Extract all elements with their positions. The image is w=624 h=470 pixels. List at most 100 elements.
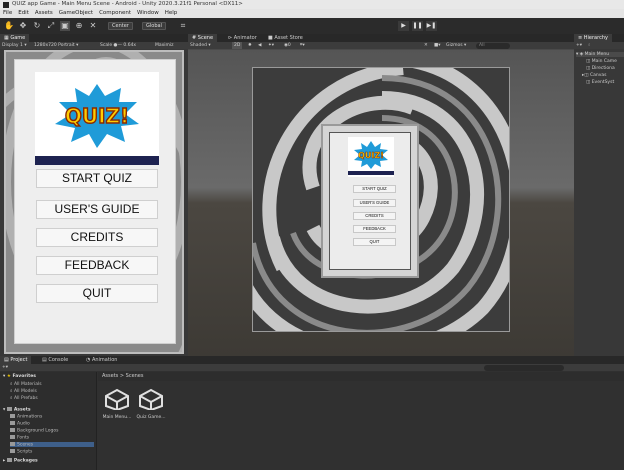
tab-animation[interactable]: ◔ Animation	[82, 356, 121, 364]
hidden-objects-icon[interactable]: ◉0	[284, 42, 291, 49]
tab-scene[interactable]: # Scene	[188, 34, 218, 42]
grid-toggle-icon[interactable]: ⌗▾	[300, 42, 305, 49]
window-title: QUIZ app Game - Main Menu Scene - Androi…	[12, 1, 243, 7]
hand-icon[interactable]: ✋	[4, 21, 14, 31]
folder-label: Scripts	[17, 449, 33, 455]
2d-toggle[interactable]: 2D	[232, 42, 243, 49]
resolution-label: 1280x720 Portrait	[34, 43, 75, 48]
hierarchy-item-main-camera[interactable]: ◫ Main Came	[586, 59, 617, 64]
gizmos-dropdown[interactable]: Gizmos ▾	[446, 42, 466, 49]
credits-button[interactable]: CREDITS	[36, 228, 158, 247]
folder-audio[interactable]: Audio	[10, 421, 30, 426]
breadcrumb-path[interactable]: Assets > Scenes	[102, 373, 144, 379]
scene-start-quiz-button[interactable]: START QUIZ	[353, 185, 396, 193]
pivot-toggle-label: Center	[112, 23, 129, 29]
hierarchy-item-canvas[interactable]: ▸◫ Canvas	[582, 73, 606, 78]
menu-help[interactable]: Help	[165, 9, 178, 18]
folder-label: Fonts	[17, 435, 30, 441]
folder-animations[interactable]: Animations	[10, 414, 42, 419]
menu-assets[interactable]: Assets	[35, 9, 53, 18]
users-guide-button[interactable]: USER'S GUIDE	[36, 200, 158, 219]
project-search-input[interactable]	[484, 364, 564, 371]
gizmos-label: Gizmos	[446, 43, 463, 48]
maximize-toggle[interactable]: Maximiz	[155, 42, 174, 49]
scene-credits-button[interactable]: CREDITS	[353, 212, 396, 220]
game-view[interactable]: QUIZ! START QUIZ USER'S GUIDE CREDITS FE…	[4, 50, 184, 354]
create-dropdown-icon[interactable]: +▾	[576, 42, 582, 49]
start-quiz-button[interactable]: START QUIZ	[36, 169, 158, 188]
scale-icon[interactable]: ⤢	[46, 21, 56, 31]
hierarchy-toolbar: +▾ ⌕	[574, 42, 624, 49]
tab-project[interactable]: ▤ Project	[0, 356, 32, 364]
folder-icon	[6, 458, 12, 462]
feedback-button[interactable]: FEEDBACK	[36, 256, 158, 275]
menu-file[interactable]: File	[3, 9, 12, 18]
favorite-label: All Models	[13, 389, 37, 394]
scene-view[interactable]: QUIZ! START QUIZ USER'S GUIDE CREDITS FE…	[188, 50, 574, 356]
folder-label: Audio	[17, 421, 30, 427]
packages-folder[interactable]: ▸ Packages	[3, 458, 38, 463]
scene-logo-text: QUIZ!	[358, 151, 384, 160]
breadcrumb: Assets > Scenes	[98, 372, 624, 381]
space-toggle[interactable]: Global	[142, 22, 166, 30]
hierarchy-search-icon[interactable]: ⌕	[588, 42, 591, 49]
tab-hierarchy[interactable]: ≡ Hierarchy	[574, 34, 612, 42]
tab-asset-store[interactable]: ■ Asset Store	[264, 34, 307, 42]
folder-fonts[interactable]: Fonts	[10, 435, 29, 440]
packages-label: Packages	[13, 458, 38, 464]
scene-asset-main-menu[interactable]: Main Menu...	[102, 388, 132, 422]
resolution-dropdown[interactable]: 1280x720 Portrait ▾	[34, 42, 78, 49]
menu-window[interactable]: Window	[137, 9, 159, 18]
transform-icon[interactable]: ⊕	[74, 21, 84, 31]
favorite-all-models[interactable]: ⌕ All Models	[10, 388, 37, 394]
rect-icon[interactable]: ▣	[60, 21, 70, 31]
folder-scenes[interactable]: Scenes	[10, 442, 94, 448]
hierarchy-tabstrip: ≡ Hierarchy	[574, 34, 624, 42]
scene-search-input[interactable]: All	[476, 42, 510, 49]
audio-toggle-icon[interactable]: ◀	[258, 42, 261, 49]
scene-asset-quiz-game[interactable]: Quiz Game...	[136, 388, 166, 422]
tools-icon[interactable]: ✕	[424, 42, 428, 49]
pause-icon[interactable]: ❚❚	[412, 21, 423, 31]
menu-component[interactable]: Component	[99, 9, 131, 18]
snap-icon[interactable]: ⌗	[178, 21, 188, 31]
folder-label: Scenes	[17, 442, 34, 448]
rotate-icon[interactable]: ↻	[32, 21, 42, 31]
hierarchy-item-eventsystem[interactable]: ◫ EventSyst	[586, 80, 614, 85]
custom-tool-icon[interactable]: ✕	[88, 21, 98, 31]
tab-console[interactable]: ▤ Console	[38, 356, 72, 364]
light-toggle-icon[interactable]: ✸	[248, 42, 252, 49]
menu-gameobject[interactable]: GameObject	[59, 9, 93, 18]
scene-feedback-button[interactable]: FEEDBACK	[353, 225, 396, 233]
project-sidebar: ▾ ★ Favorites ⌕ All Materials ⌕ All Mode…	[0, 372, 97, 470]
assets-folder[interactable]: ▾ Assets	[3, 407, 31, 412]
scene-users-guide-button[interactable]: USER'S GUIDE	[353, 199, 396, 207]
hierarchy-item-directional-light[interactable]: ◫ Directiona	[586, 66, 615, 71]
project-create-icon[interactable]: +▾	[2, 364, 8, 371]
tab-animator[interactable]: ⊳ Animator	[224, 34, 261, 42]
main-toolbar: ✋ ✥ ↻ ⤢ ▣ ⊕ ✕ Center Global ⌗ ▶ ❚❚ ▶❚	[0, 18, 624, 34]
shading-dropdown[interactable]: Shaded ▾	[190, 42, 211, 49]
move-icon[interactable]: ✥	[18, 21, 28, 31]
scene-quit-button[interactable]: QUIT	[353, 238, 396, 246]
pivot-toggle[interactable]: Center	[108, 22, 133, 30]
camera-icon[interactable]: ■▾	[434, 42, 441, 49]
scene-canvas[interactable]: QUIZ! START QUIZ USER'S GUIDE CREDITS FE…	[252, 67, 510, 332]
quit-button[interactable]: QUIT	[36, 284, 158, 303]
step-icon[interactable]: ▶❚	[426, 21, 437, 31]
favorite-all-materials[interactable]: ⌕ All Materials	[10, 381, 42, 387]
scale-label: Scale	[100, 43, 113, 48]
scale-slider[interactable]: Scale ●— 0.64x	[100, 42, 136, 49]
hierarchy-scene-row[interactable]: ▾ ◈ Main Menu	[576, 52, 624, 57]
menu-edit[interactable]: Edit	[18, 9, 29, 18]
tab-game[interactable]: ▦ Game	[0, 34, 30, 42]
favorites-header[interactable]: ▾ ★ Favorites	[3, 374, 36, 379]
favorite-all-prefabs[interactable]: ⌕ All Prefabs	[10, 395, 38, 401]
play-icon[interactable]: ▶	[398, 21, 409, 31]
display-dropdown[interactable]: Display 1 ▾	[2, 42, 27, 49]
main-menu-card: QUIZ! START QUIZ USER'S GUIDE CREDITS FE…	[14, 59, 176, 344]
folder-background-logos[interactable]: Background Logos	[10, 428, 58, 433]
effects-toggle-icon[interactable]: ✦▾	[268, 42, 274, 49]
folder-scripts[interactable]: Scripts	[10, 449, 32, 454]
folder-label: Background Logos	[17, 428, 59, 434]
